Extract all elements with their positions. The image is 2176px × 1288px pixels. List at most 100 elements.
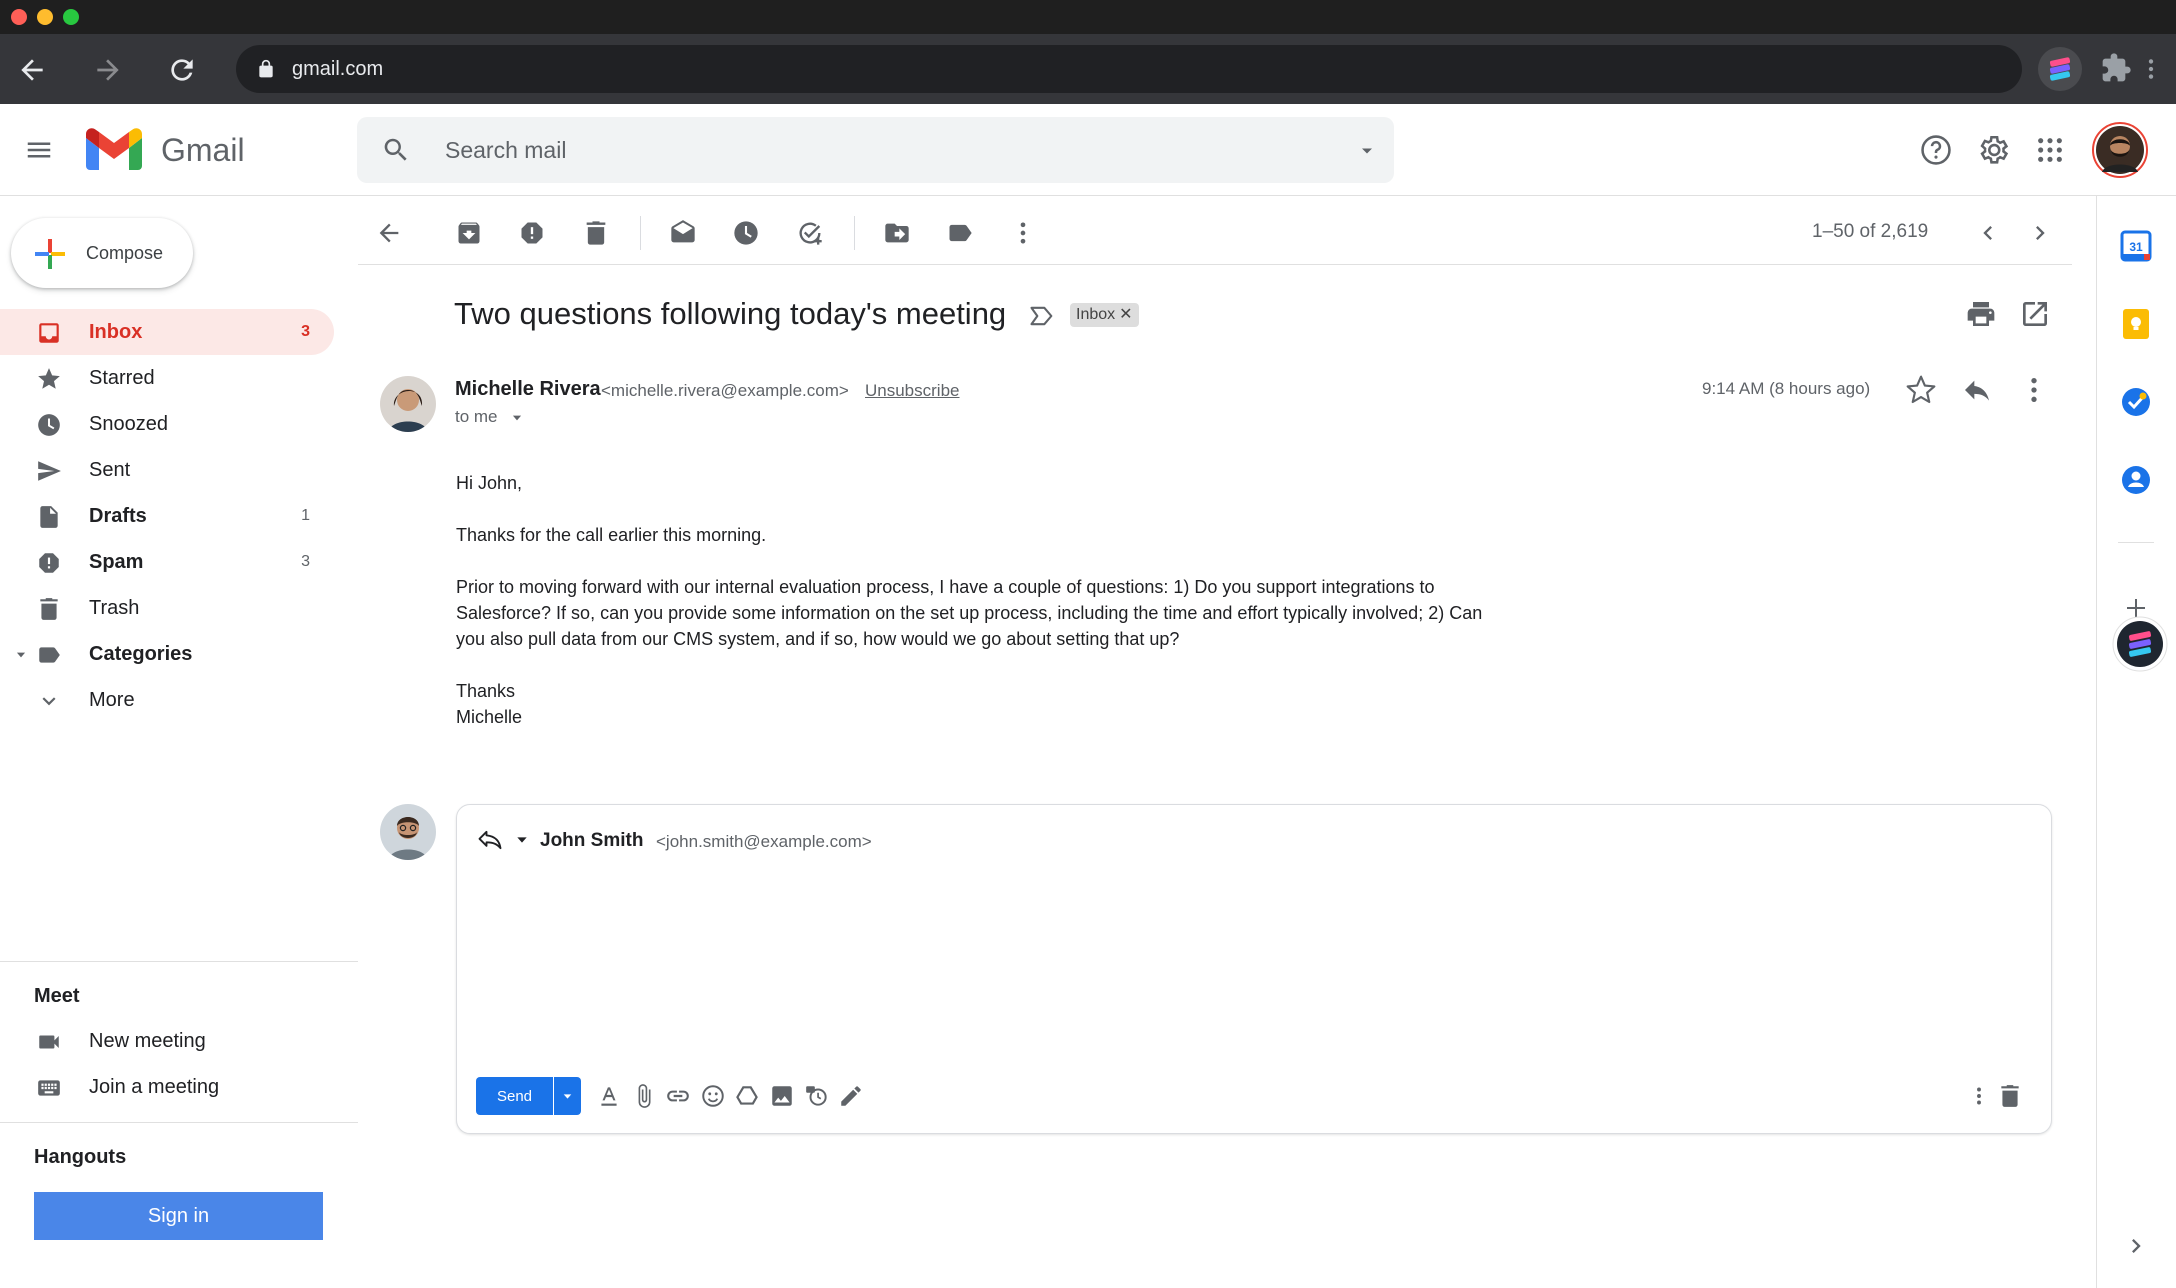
move-to-folder-icon[interactable]: [877, 213, 917, 253]
unsubscribe-link[interactable]: Unsubscribe: [865, 380, 960, 402]
reload-icon[interactable]: [166, 54, 198, 86]
snooze-clock-icon[interactable]: [726, 213, 766, 253]
discard-draft-trash-icon[interactable]: [1997, 1083, 2023, 1109]
sender-avatar[interactable]: [380, 376, 436, 432]
insert-link-icon[interactable]: [665, 1083, 691, 1109]
help-icon[interactable]: [1919, 133, 1953, 167]
back-to-inbox-icon[interactable]: [369, 213, 409, 253]
sidebar-item-spam[interactable]: Spam 3: [0, 539, 334, 585]
sidebar-item-label: Sent: [89, 459, 131, 481]
report-spam-icon[interactable]: [512, 213, 552, 253]
archive-icon[interactable]: [449, 213, 489, 253]
confidential-mode-icon[interactable]: [804, 1083, 830, 1109]
reply-icon[interactable]: [1961, 374, 1993, 406]
more-vertical-icon[interactable]: [1003, 213, 1043, 253]
open-in-new-window-icon[interactable]: [2019, 298, 2051, 330]
google-tasks-icon[interactable]: [2120, 386, 2152, 418]
user-avatar[interactable]: [380, 804, 436, 860]
hangouts-section-title: Hangouts: [34, 1146, 127, 1168]
email-body-line: Michelle: [456, 707, 523, 727]
join-meeting-item[interactable]: Join a meeting: [0, 1064, 334, 1110]
compose-label: Compose: [86, 243, 164, 263]
sidebar-item-categories[interactable]: Categories: [0, 631, 334, 677]
star-icon: [36, 366, 62, 392]
maximize-window-button[interactable]: [63, 9, 79, 25]
new-meeting-item[interactable]: New meeting: [0, 1018, 334, 1064]
reply-body-input[interactable]: [476, 870, 2026, 1060]
sender-name[interactable]: Michelle Rivera: [455, 376, 601, 402]
main-menu-icon[interactable]: [22, 135, 56, 165]
label-tag-icon[interactable]: [940, 213, 980, 253]
print-icon[interactable]: [1965, 298, 1997, 330]
email-body-line: Salesforce? If so, can you provide some …: [456, 603, 1483, 623]
extension-addon-icon[interactable]: [2112, 616, 2168, 672]
sign-in-button[interactable]: Sign in: [34, 1192, 323, 1240]
star-outline-icon[interactable]: [1905, 374, 1937, 406]
address-bar[interactable]: [236, 45, 2022, 93]
sidebar-item-sent[interactable]: Sent: [0, 447, 334, 493]
sidebar-item-snoozed[interactable]: Snoozed: [0, 401, 334, 447]
forward-arrow-icon[interactable]: [92, 54, 124, 86]
expand-panel-chevron-right-icon[interactable]: [2122, 1232, 2150, 1260]
more-vertical-icon[interactable]: [2018, 374, 2050, 406]
delete-icon[interactable]: [576, 213, 616, 253]
puzzle-extensions-icon[interactable]: [2100, 52, 2132, 84]
search-icon[interactable]: [381, 135, 411, 165]
url-text[interactable]: gmail.com: [292, 56, 383, 82]
reply-recipient-name[interactable]: John Smith: [540, 828, 643, 854]
sidebar-item-starred[interactable]: Starred: [0, 355, 334, 401]
sidebar-item-label: Inbox: [89, 321, 143, 343]
sidebar-item-drafts[interactable]: Drafts 1: [0, 493, 334, 539]
reply-type-icon[interactable]: [476, 826, 504, 854]
gmail-logo-icon[interactable]: [86, 128, 142, 172]
sidebar-divider: [0, 1122, 358, 1123]
insert-photo-icon[interactable]: [769, 1083, 795, 1109]
send-options-button[interactable]: [554, 1077, 581, 1115]
browser-menu-icon[interactable]: [2144, 56, 2158, 82]
add-to-tasks-icon[interactable]: [790, 213, 830, 253]
extension-logo-icon[interactable]: [2038, 47, 2082, 91]
gmail-wordmark[interactable]: Gmail: [161, 130, 245, 170]
toolbar-separator: [640, 216, 641, 250]
side-panel: [2096, 196, 2176, 1288]
search-input[interactable]: [445, 117, 1305, 183]
insert-emoji-icon[interactable]: [700, 1083, 726, 1109]
older-chevron-right-icon[interactable]: [2020, 213, 2060, 253]
sender-email: <michelle.rivera@example.com>: [601, 381, 849, 400]
more-options-vertical-icon[interactable]: [1966, 1083, 1992, 1109]
close-window-button[interactable]: [11, 9, 27, 25]
apps-grid-icon[interactable]: [2036, 136, 2064, 164]
search-options-caret-icon[interactable]: [1357, 141, 1377, 161]
google-calendar-icon[interactable]: 31: [2120, 230, 2152, 262]
remove-label-close-icon[interactable]: ✕: [1119, 303, 1132, 327]
minimize-window-button[interactable]: [37, 9, 53, 25]
importance-marker-icon[interactable]: [1028, 302, 1056, 330]
expand-caret-icon[interactable]: [14, 648, 28, 662]
google-drive-icon[interactable]: [734, 1083, 760, 1109]
back-arrow-icon[interactable]: [16, 54, 48, 86]
attach-file-icon[interactable]: [631, 1083, 657, 1109]
search-bar: [357, 117, 1394, 183]
account-avatar[interactable]: [2092, 122, 2148, 178]
sidebar-item-inbox[interactable]: Inbox 3: [0, 309, 334, 355]
mark-unread-icon[interactable]: [663, 213, 703, 253]
caret-down-icon: [561, 1090, 574, 1103]
google-contacts-icon[interactable]: [2120, 464, 2152, 496]
draft-file-icon: [36, 504, 62, 530]
reply-type-caret-icon[interactable]: [514, 832, 530, 848]
send-button[interactable]: Send: [476, 1077, 553, 1115]
newer-chevron-left-icon[interactable]: [1968, 213, 2008, 253]
sidebar-item-label: Spam: [89, 551, 144, 573]
recipient-details-toggle[interactable]: to me: [455, 405, 522, 429]
settings-gear-icon[interactable]: [1976, 133, 2010, 167]
compose-button[interactable]: Compose: [11, 218, 193, 288]
sidebar-item-label: Snoozed: [89, 413, 168, 435]
google-keep-icon[interactable]: [2120, 308, 2152, 340]
sidebar-item-trash[interactable]: Trash: [0, 585, 334, 631]
send-icon: [36, 458, 62, 484]
sidebar-item-more[interactable]: More: [0, 677, 334, 723]
formatting-options-icon[interactable]: [596, 1083, 622, 1109]
compose-plus-icon: [35, 239, 65, 269]
pagination-text: 1–50 of 2,619: [1812, 221, 1929, 242]
insert-signature-icon[interactable]: [838, 1083, 864, 1109]
